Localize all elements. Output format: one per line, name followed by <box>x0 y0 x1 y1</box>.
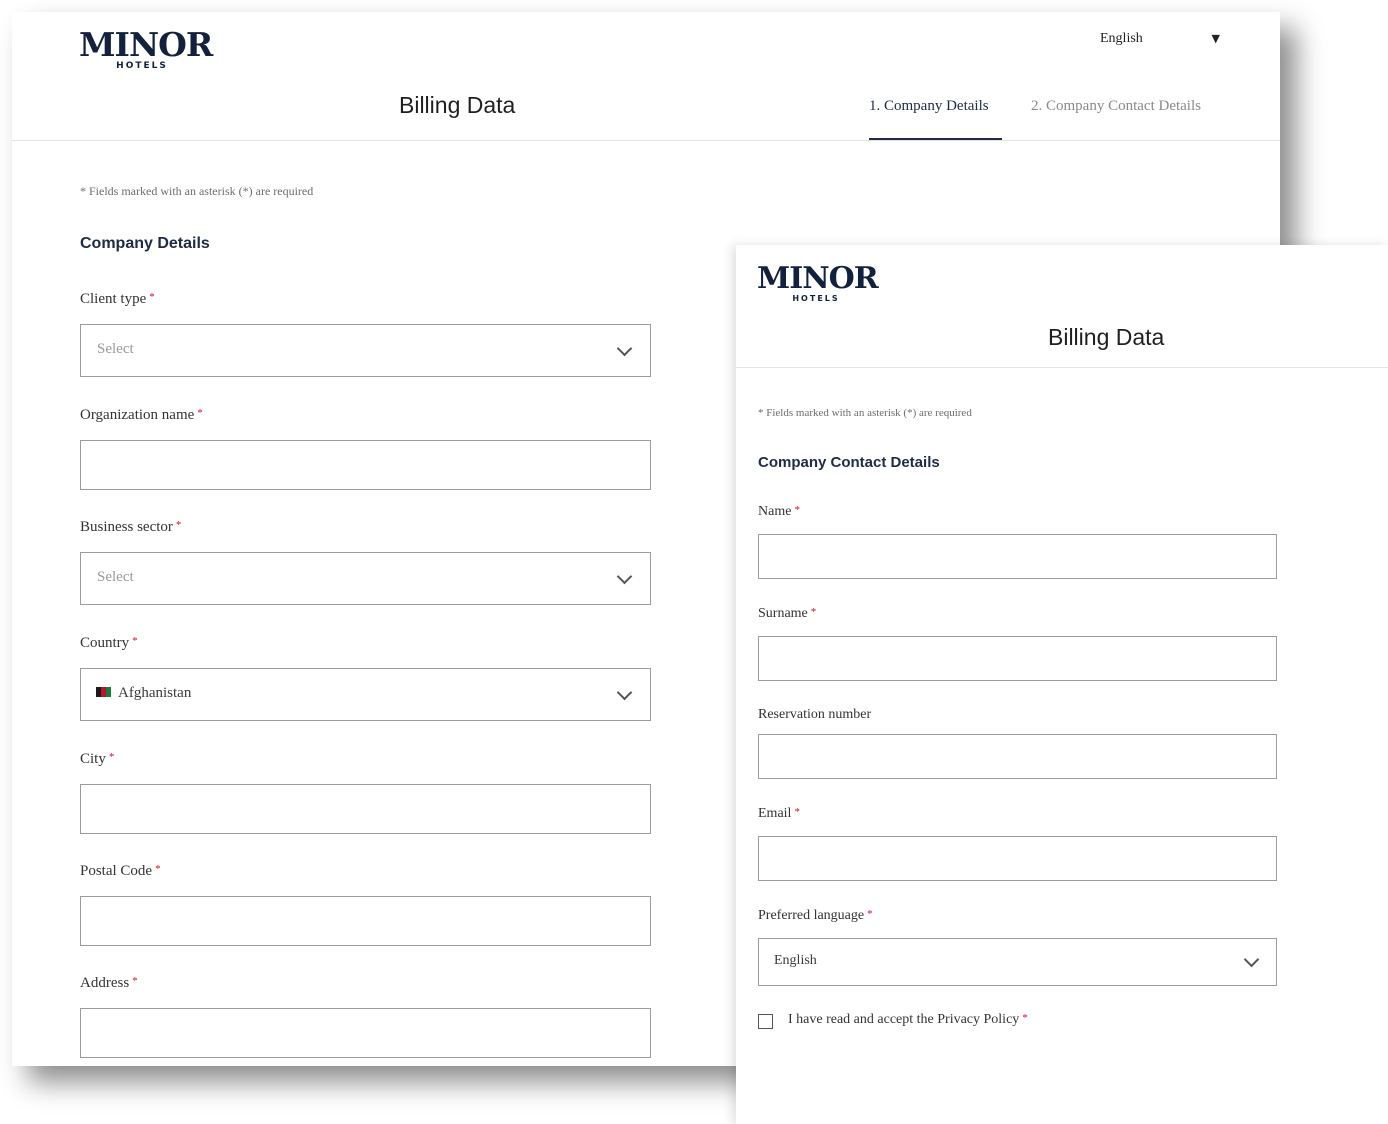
organization-name-label-text: Organization name <box>80 407 195 423</box>
city-input[interactable] <box>80 784 651 834</box>
required-marker: * <box>149 291 155 303</box>
client-type-placeholder: Select <box>97 341 134 357</box>
email-label-text: Email <box>758 806 792 821</box>
client-type-select[interactable]: Select <box>80 324 651 377</box>
privacy-policy-label-text: I have read and accept the Privacy Polic… <box>788 1012 1020 1027</box>
logo-wordmark: MINOR <box>79 25 213 64</box>
privacy-policy-label[interactable]: I have read and accept the Privacy Polic… <box>788 1012 1028 1028</box>
country-select[interactable]: Afghanistan <box>80 668 651 721</box>
preferred-language-label-text: Preferred language <box>758 908 865 923</box>
chevron-down-icon <box>616 568 633 585</box>
address-input[interactable] <box>80 1008 651 1058</box>
name-label-text: Name <box>758 504 792 519</box>
privacy-policy-checkbox[interactable] <box>758 1014 773 1029</box>
step-tab-company-details[interactable]: 1. Company Details <box>869 98 989 115</box>
reservation-number-label-text: Reservation number <box>758 707 872 722</box>
reservation-number-label: Reservation number <box>758 707 871 723</box>
email-label: Email * <box>758 806 800 822</box>
name-label: Name * <box>758 504 800 520</box>
chevron-down-icon <box>616 340 633 357</box>
required-marker: * <box>810 606 817 618</box>
chevron-down-icon <box>1243 951 1260 968</box>
country-selected-value: Afghanistan <box>96 685 191 702</box>
client-type-label: Client type * <box>80 291 155 308</box>
surname-label-text: Surname <box>758 606 808 621</box>
business-sector-select[interactable]: Select <box>80 552 651 605</box>
required-marker: * <box>108 751 115 763</box>
address-label-text: Address <box>80 975 130 991</box>
business-sector-label-text: Business sector <box>80 519 173 535</box>
company-contact-details-panel: MINOR HOTELS Billing Data * Fields marke… <box>736 245 1388 1124</box>
header-divider <box>736 367 1388 368</box>
organization-name-label: Organization name * <box>80 407 203 424</box>
client-type-label-text: Client type <box>80 291 147 307</box>
page-title: Billing Data <box>399 92 516 118</box>
city-label: City * <box>80 751 114 768</box>
language-selector-value: English <box>1100 31 1143 46</box>
address-label: Address * <box>80 975 138 992</box>
country-value-text: Afghanistan <box>118 685 192 701</box>
required-fields-note: * Fields marked with an asterisk (*) are… <box>758 407 972 419</box>
country-label: Country * <box>80 635 138 652</box>
caret-down-icon: ▼ <box>1211 32 1220 45</box>
required-marker: * <box>155 863 161 875</box>
preferred-language-select[interactable]: English <box>758 938 1277 986</box>
required-marker: * <box>1022 1012 1028 1024</box>
minor-hotels-logo[interactable]: MINOR HOTELS <box>79 25 213 71</box>
logo-subtext: HOTELS <box>792 294 840 303</box>
required-marker: * <box>867 908 873 920</box>
organization-name-input[interactable] <box>80 440 651 490</box>
city-label-text: City <box>80 751 106 767</box>
required-marker: * <box>132 975 138 987</box>
preferred-language-value: English <box>774 953 817 968</box>
section-title: Company Details <box>80 235 210 252</box>
afghanistan-flag-icon <box>96 686 111 697</box>
header-divider <box>12 140 1280 141</box>
postal-code-label: Postal Code * <box>80 863 161 880</box>
postal-code-input[interactable] <box>80 896 651 946</box>
country-label-text: Country <box>80 635 130 651</box>
language-selector[interactable]: English ▼ <box>1100 31 1220 51</box>
preferred-language-label: Preferred language * <box>758 908 873 924</box>
required-marker: * <box>794 504 800 516</box>
surname-label: Surname * <box>758 606 816 622</box>
required-marker: * <box>794 806 800 818</box>
business-sector-label: Business sector * <box>80 519 181 536</box>
required-marker: * <box>175 519 182 531</box>
chevron-down-icon <box>616 684 633 701</box>
logo-wordmark: MINOR <box>757 261 879 296</box>
name-input[interactable] <box>758 534 1277 579</box>
section-title: Company Contact Details <box>758 454 940 471</box>
minor-hotels-logo[interactable]: MINOR HOTELS <box>757 261 879 303</box>
surname-input[interactable] <box>758 636 1277 681</box>
step-tab-company-contact-details[interactable]: 2. Company Contact Details <box>1031 98 1201 115</box>
required-marker: * <box>132 635 138 647</box>
required-fields-note: * Fields marked with an asterisk (*) are… <box>80 184 314 198</box>
email-input[interactable] <box>758 836 1277 881</box>
page-title: Billing Data <box>1048 324 1165 350</box>
postal-code-label-text: Postal Code <box>80 863 153 879</box>
reservation-number-input[interactable] <box>758 734 1277 779</box>
required-marker: * <box>197 407 203 419</box>
business-sector-placeholder: Select <box>97 569 134 585</box>
